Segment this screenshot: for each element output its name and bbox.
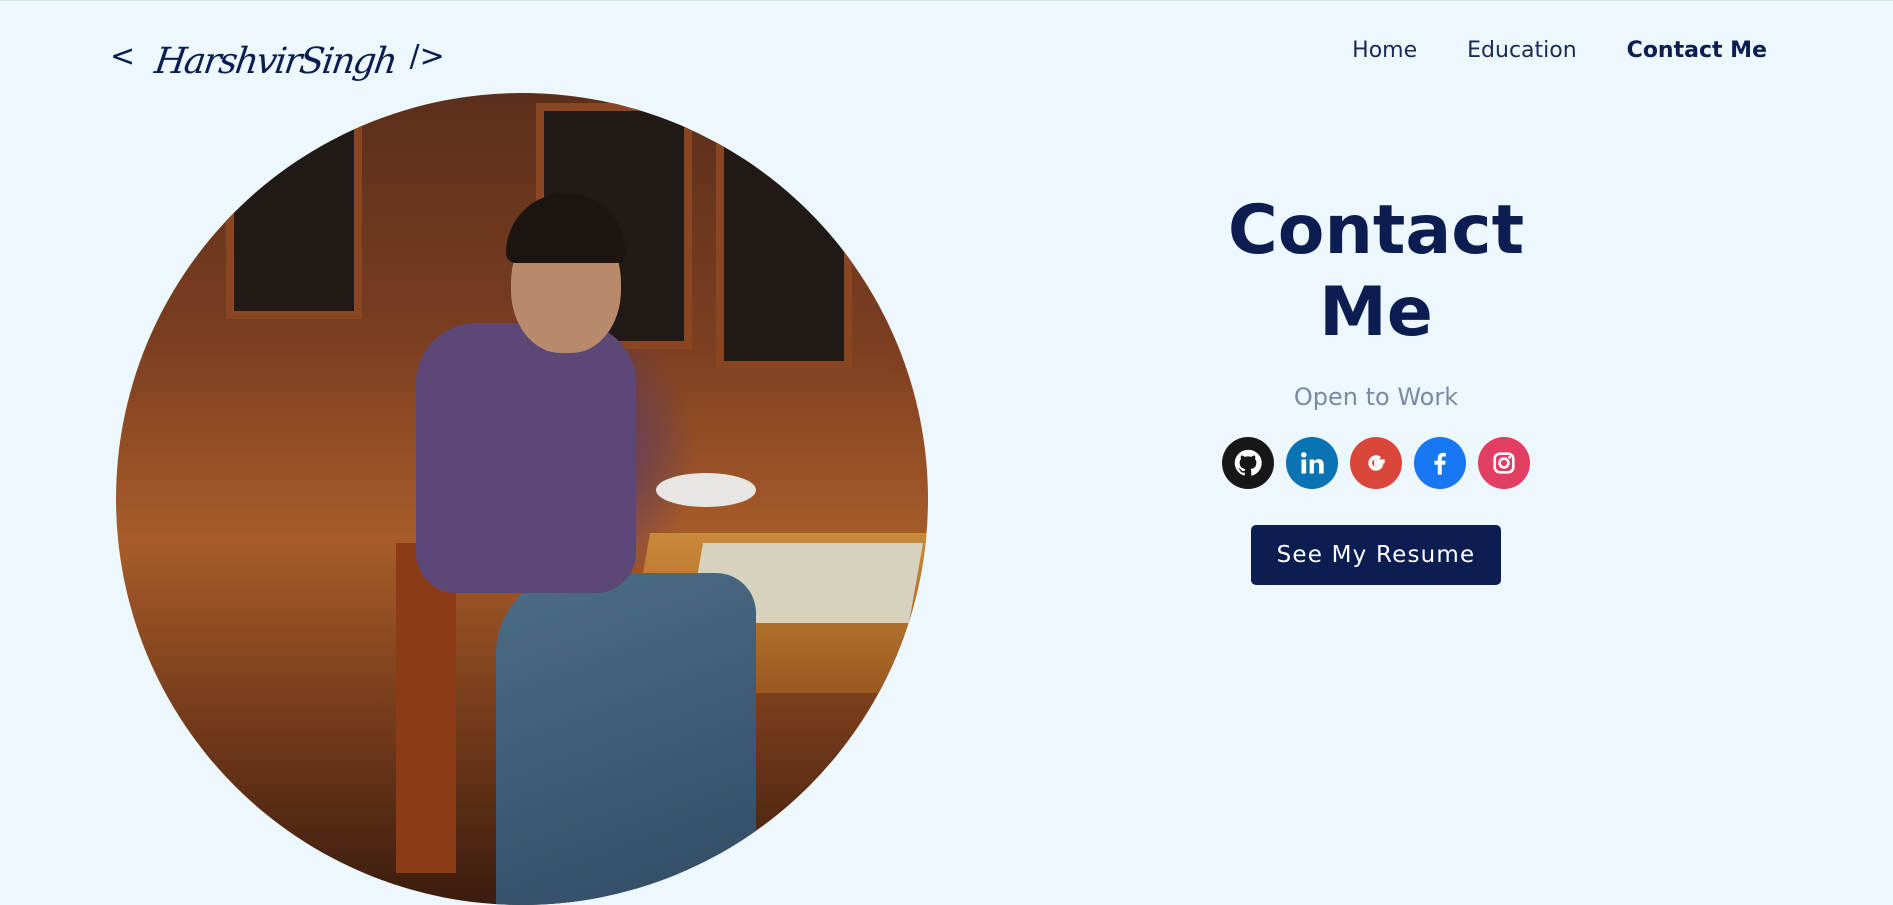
photo-window-right xyxy=(716,123,852,369)
top-border xyxy=(0,0,1893,1)
social-links xyxy=(1176,437,1576,490)
photo-person-shirt xyxy=(416,323,636,593)
nav-home[interactable]: Home xyxy=(1352,38,1417,63)
main-nav: Home Education Contact Me xyxy=(1352,38,1767,63)
photo-window-left xyxy=(226,113,362,319)
see-resume-button[interactable]: See My Resume xyxy=(1251,525,1501,586)
contact-title: Contact Me xyxy=(1227,191,1525,352)
linkedin-icon[interactable] xyxy=(1286,437,1338,490)
profile-photo xyxy=(116,93,928,905)
site-logo[interactable]: < HarshvirSingh /> xyxy=(110,22,445,92)
photo-plate xyxy=(656,473,756,507)
facebook-icon[interactable] xyxy=(1414,437,1466,490)
photo-person-legs xyxy=(496,573,756,905)
github-icon[interactable] xyxy=(1222,437,1274,490)
logo-open-bracket: < xyxy=(110,39,136,74)
instagram-icon[interactable] xyxy=(1478,437,1530,490)
nav-contact-me[interactable]: Contact Me xyxy=(1627,38,1767,63)
logo-close-bracket: /> xyxy=(409,39,445,74)
contact-subtitle: Open to Work xyxy=(1293,383,1459,412)
contact-section: Contact Me Open to Work See My Resume xyxy=(1176,190,1576,586)
photo-chair xyxy=(396,543,456,873)
nav-education[interactable]: Education xyxy=(1467,38,1577,63)
logo-signature: HarshvirSingh xyxy=(152,40,399,82)
google-icon[interactable] xyxy=(1350,437,1402,490)
